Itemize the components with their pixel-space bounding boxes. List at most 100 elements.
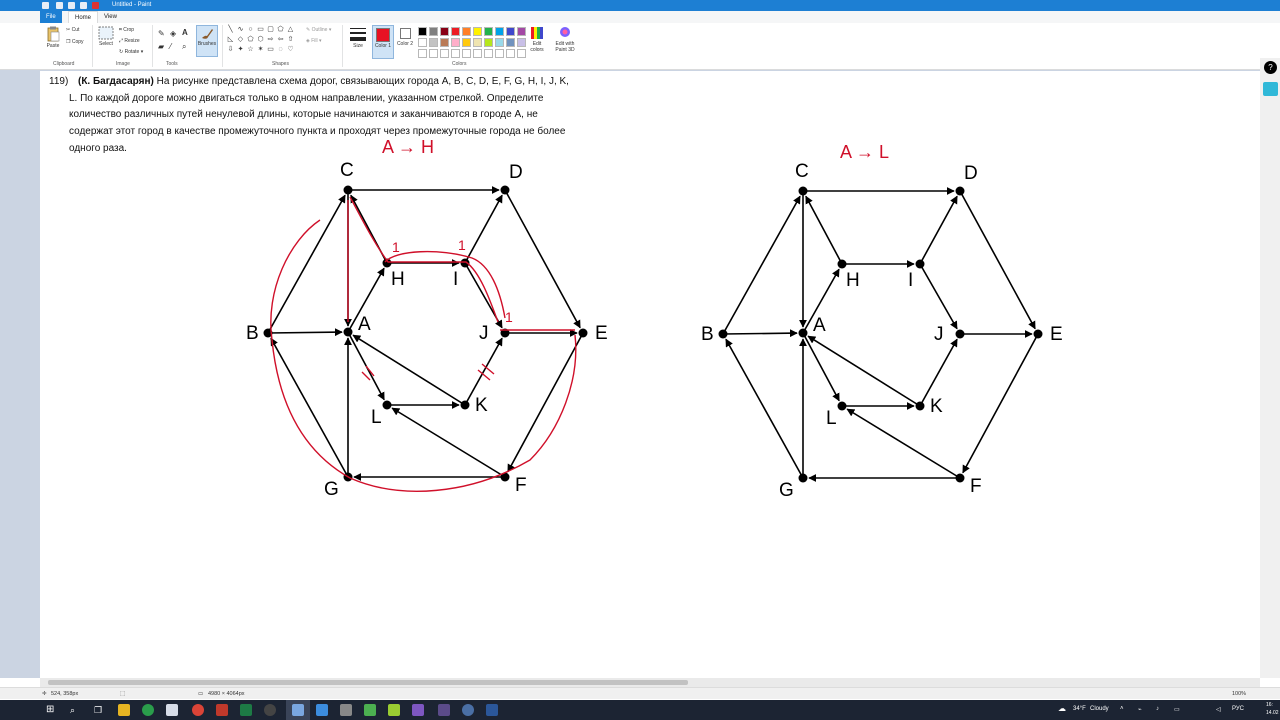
crop-button[interactable]: ⌗ Crop [119,27,134,33]
volume-icon[interactable]: ♪ [1156,706,1159,712]
hexagon-shape-icon[interactable]: ⬡ [256,36,265,44]
palette-swatch-empty[interactable] [451,49,460,58]
app-icon-green[interactable] [364,704,376,716]
palette-swatch[interactable] [418,27,427,36]
input-language[interactable]: РУС [1232,706,1244,712]
palette-swatch-empty[interactable] [484,49,493,58]
size-button[interactable]: Size [348,26,368,49]
paint-taskbar-icon[interactable] [292,704,304,716]
palette-swatch[interactable] [429,38,438,47]
palette-swatch[interactable] [484,27,493,36]
weather-icon[interactable]: ☁ [1058,704,1066,713]
quick-access-color-icon[interactable] [92,2,99,9]
clock-app-icon[interactable] [264,704,276,716]
color1-button[interactable]: Color 1 [372,25,394,59]
callout-rect-shape-icon[interactable]: ▭ [266,46,275,54]
select-button[interactable]: Select [96,26,116,47]
windows-start-icon[interactable]: ⊞ [46,704,58,716]
horizontal-scrollbar[interactable] [40,678,1260,687]
oval-shape-icon[interactable]: ○ [246,26,255,34]
feedback-icon[interactable] [1263,82,1278,96]
text-tool-icon[interactable]: A [182,28,188,37]
excel-icon[interactable] [240,704,252,716]
heart-shape-icon[interactable]: ♡ [286,46,295,54]
fill-button[interactable]: ◈ Fill ▾ [306,38,322,44]
visual-studio-icon[interactable] [412,704,424,716]
cut-button[interactable]: ✂ Cut [66,27,79,33]
palette-swatch[interactable] [440,38,449,47]
chrome-icon[interactable] [142,704,154,716]
network-icon[interactable]: ⌁ [1138,706,1142,713]
weather-temp[interactable]: 34°F [1073,706,1086,712]
paste-button[interactable]: Paste [44,26,62,49]
palette-swatch-empty[interactable] [517,49,526,58]
palette-swatch[interactable] [473,38,482,47]
tab-file[interactable]: File [40,11,62,23]
palette-swatch[interactable] [462,27,471,36]
speaker-icon[interactable]: ◁ [1216,706,1221,713]
palette-swatch[interactable] [451,38,460,47]
arrow-up-shape-icon[interactable]: ⇧ [286,36,295,44]
weather-text[interactable]: Cloudy [1090,706,1109,712]
app-icon-round[interactable] [462,704,474,716]
app-icon-blue[interactable] [316,704,328,716]
curve-shape-icon[interactable]: ∿ [236,26,245,34]
palette-swatch[interactable] [462,38,471,47]
app-icon-purple[interactable] [438,704,450,716]
palette-swatch[interactable] [495,38,504,47]
brushes-button[interactable]: Brushes [196,25,218,57]
magnifier-icon[interactable]: ⌕ [182,42,186,52]
drawing-canvas[interactable] [40,71,1260,678]
clock-date[interactable]: 14.02 [1266,710,1279,716]
palette-swatch-empty[interactable] [473,49,482,58]
palette-swatch-empty[interactable] [506,49,515,58]
palette-swatch[interactable] [440,27,449,36]
palette-swatch[interactable] [484,38,493,47]
clock-time[interactable]: 16: [1266,702,1273,708]
palette-swatch[interactable] [517,27,526,36]
rotate-button[interactable]: ↻ Rotate ▾ [119,49,143,55]
pentagon-shape-icon[interactable]: ⬠ [246,36,255,44]
color2-button[interactable]: Color 2 [396,25,414,47]
chrome-alt-icon[interactable] [192,704,204,716]
save-icon[interactable] [56,2,63,9]
notepad-icon[interactable] [166,704,178,716]
pencil-icon[interactable]: ✎ [158,29,165,38]
palette-swatch-empty[interactable] [429,49,438,58]
arrow-left-shape-icon[interactable]: ⇦ [276,36,285,44]
palette-swatch[interactable] [418,38,427,47]
rounded-rect-shape-icon[interactable]: ▢ [266,26,275,34]
palette-swatch-empty[interactable] [440,49,449,58]
star4-shape-icon[interactable]: ✦ [236,46,245,54]
resize-button[interactable]: ⤢ Resize [119,38,140,44]
arrow-down-shape-icon[interactable]: ⇩ [226,46,235,54]
color-picker-icon[interactable]: ⁄ [170,42,171,51]
battery-icon[interactable]: ▭ [1174,706,1180,713]
outline-button[interactable]: ✎ Outline ▾ [306,27,331,33]
tab-view[interactable]: View [98,11,123,23]
arrow-right-shape-icon[interactable]: ⇨ [266,36,275,44]
palette-swatch[interactable] [495,27,504,36]
triangle-shape-icon[interactable]: △ [286,26,295,34]
task-view-icon[interactable]: ❐ [94,704,106,716]
star5-shape-icon[interactable]: ☆ [246,46,255,54]
palette-swatch-empty[interactable] [462,49,471,58]
help-icon[interactable]: ? [1264,61,1277,74]
edit-with-paint3d-button[interactable]: Edit with Paint 3D [552,26,578,53]
callout-oval-shape-icon[interactable]: ◌ [276,46,285,54]
app-icon-lime[interactable] [388,704,400,716]
edit-colors-button[interactable]: Edit colors [528,26,546,53]
pdf-reader-icon[interactable] [216,704,228,716]
star6-shape-icon[interactable]: ✶ [256,46,265,54]
search-icon[interactable]: ⌕ [70,704,82,716]
palette-swatch[interactable] [473,27,482,36]
polygon-shape-icon[interactable]: ⬠ [276,26,285,34]
line-shape-icon[interactable]: ╲ [226,26,235,34]
rectangle-shape-icon[interactable]: ▭ [256,26,265,34]
redo-icon[interactable] [80,2,87,9]
palette-swatch[interactable] [451,27,460,36]
tab-home[interactable]: Home [68,11,99,23]
app-icon-gray[interactable] [340,704,352,716]
palette-swatch[interactable] [429,27,438,36]
word-icon[interactable] [486,704,498,716]
